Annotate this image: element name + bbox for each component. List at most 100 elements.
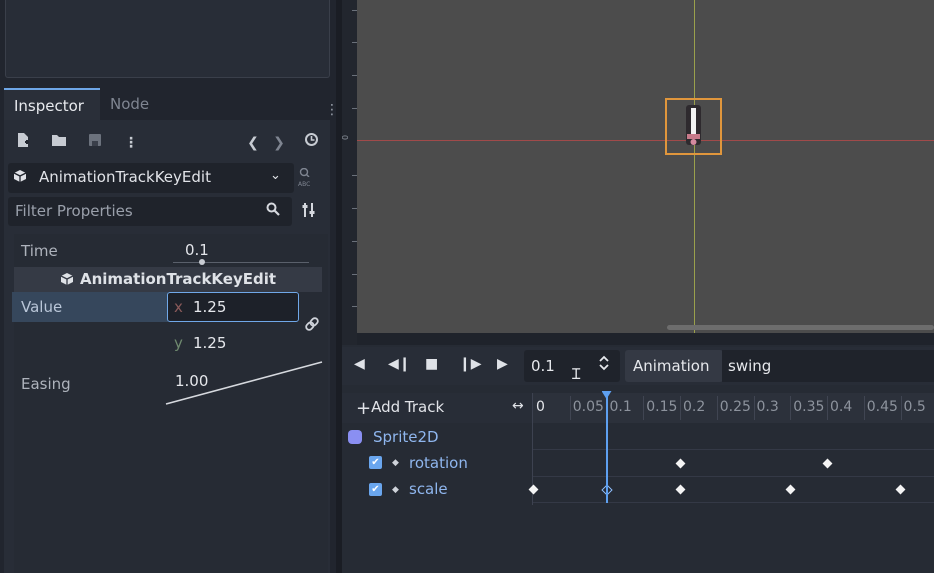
stop-icon[interactable]: ■ bbox=[425, 356, 438, 372]
vertical-ruler bbox=[342, 0, 357, 345]
ruler-tick bbox=[352, 108, 357, 109]
property-tools-icon[interactable] bbox=[302, 202, 316, 222]
history-icon[interactable] bbox=[300, 132, 322, 154]
easing-label: Easing bbox=[21, 375, 71, 393]
ruler-tick bbox=[352, 10, 357, 11]
cube-icon bbox=[60, 273, 74, 285]
documentation-label: ABC bbox=[298, 181, 311, 188]
time-slider-grabber[interactable] bbox=[199, 259, 205, 265]
add-track-button[interactable]: +Add Track bbox=[356, 398, 444, 419]
ruler-tick bbox=[352, 241, 357, 242]
rotation-track-name[interactable]: rotation bbox=[409, 454, 468, 472]
ruler-tick bbox=[352, 274, 357, 275]
value-x-field[interactable] bbox=[167, 292, 299, 322]
x-axis-line bbox=[357, 140, 934, 141]
value-y-input[interactable]: 1.25 bbox=[193, 334, 226, 352]
timeline-ruler-tick bbox=[827, 396, 828, 420]
ruler-tick bbox=[352, 75, 357, 76]
ruler-tick bbox=[352, 42, 357, 43]
sprite2d-node-icon bbox=[348, 430, 362, 444]
timeline-ruler-label: 0.5 bbox=[903, 399, 926, 415]
timeline-ruler-tick bbox=[790, 396, 792, 420]
play-icon[interactable]: ▶ bbox=[497, 356, 508, 372]
filter-properties-field[interactable]: Filter Properties bbox=[8, 197, 292, 226]
timeline-ruler-label: 0.1 bbox=[609, 399, 632, 415]
new-resource-icon[interactable] bbox=[12, 132, 34, 154]
timeline-ruler-tick bbox=[569, 396, 571, 420]
timeline-ruler-tick bbox=[643, 396, 645, 420]
value-y-field[interactable] bbox=[167, 327, 297, 357]
time-slider-track[interactable] bbox=[173, 262, 309, 263]
track-list bbox=[342, 424, 934, 573]
section-title: AnimationTrackKeyEdit bbox=[79, 270, 277, 288]
scale-track-name[interactable]: scale bbox=[409, 480, 448, 498]
time-label: Time bbox=[21, 242, 58, 260]
add-track-label: Add Track bbox=[371, 398, 445, 416]
timeline-ruler-tick bbox=[753, 396, 755, 420]
timeline-ruler-label: 0.35 bbox=[793, 399, 825, 415]
timeline-ruler-tick bbox=[900, 396, 902, 420]
documentation-icon[interactable]: ABC bbox=[298, 167, 311, 189]
chevron-down-icon[interactable]: ⌄ bbox=[270, 168, 281, 183]
ruler-tick bbox=[352, 208, 357, 209]
ruler-zero-label: 0 bbox=[341, 134, 351, 141]
filter-properties-input[interactable]: Filter Properties bbox=[15, 202, 133, 220]
play-backwards-from-end-icon[interactable]: ◀❙ bbox=[388, 356, 411, 372]
history-forward-icon[interactable]: ❯ bbox=[268, 132, 290, 154]
value-label: Value bbox=[21, 298, 63, 316]
history-back-icon[interactable]: ❮ bbox=[242, 132, 264, 154]
timeline-ruler-label: 0.4 bbox=[830, 399, 853, 415]
section-header[interactable]: AnimationTrackKeyEdit bbox=[14, 267, 322, 292]
time-value-field[interactable]: 0.1 bbox=[185, 241, 209, 259]
timeline-zoom-icon[interactable]: ↔ bbox=[512, 398, 524, 414]
play-from-start-icon[interactable]: ❙▶ bbox=[459, 356, 482, 372]
timeline-ruler-tick bbox=[863, 396, 865, 420]
cube-icon bbox=[13, 169, 27, 187]
row-divider bbox=[533, 476, 934, 477]
timeline-ruler-label: 0.3 bbox=[756, 399, 779, 415]
timeline-ruler-tick bbox=[680, 396, 681, 420]
text-cursor-icon: Ɪ bbox=[572, 365, 581, 383]
resource-selector[interactable]: AnimationTrackKeyEdit ⌄ bbox=[8, 163, 294, 193]
play-backwards-icon[interactable]: ◀ bbox=[354, 356, 365, 372]
search-icon bbox=[266, 202, 280, 220]
timeline-ruler-label: 0.45 bbox=[866, 399, 898, 415]
animation-name: swing bbox=[728, 357, 772, 375]
row-divider bbox=[533, 502, 934, 503]
timeline-ruler-label: 0.25 bbox=[719, 399, 751, 415]
save-icon[interactable] bbox=[84, 132, 106, 154]
x-axis-label: x bbox=[174, 298, 183, 316]
value-x-input[interactable]: 1.25 bbox=[193, 298, 226, 316]
spinner-arrows-icon[interactable] bbox=[598, 355, 610, 375]
plus-icon: + bbox=[356, 398, 372, 419]
scale-track-checkbox[interactable]: ✔ bbox=[369, 483, 382, 496]
inspector-toolbar: ⋮ ❮ ❯ bbox=[4, 128, 330, 158]
timeline-ruler-label: 0.05 bbox=[572, 399, 604, 415]
ruler-tick bbox=[352, 175, 357, 176]
scene-canvas[interactable] bbox=[357, 0, 934, 333]
animation-time-input[interactable]: 0.1 bbox=[531, 357, 555, 375]
y-axis-line bbox=[694, 0, 695, 333]
sprite2d-node-label[interactable]: Sprite2D bbox=[373, 428, 439, 446]
playhead-line[interactable] bbox=[605, 393, 608, 503]
y-axis-label: y bbox=[174, 334, 183, 352]
open-folder-icon[interactable] bbox=[48, 132, 70, 154]
track-type-icon: ◆ bbox=[392, 485, 399, 495]
scene-tree-panel bbox=[5, 0, 330, 78]
horizontal-scrollbar[interactable] bbox=[667, 325, 934, 330]
sprite-selection-box[interactable] bbox=[665, 98, 722, 155]
more-options-icon[interactable]: ⋮ bbox=[120, 132, 142, 154]
rotation-track-checkbox[interactable]: ✔ bbox=[369, 456, 382, 469]
tab-inspector[interactable]: Inspector bbox=[4, 88, 100, 122]
timeline-ruler-tick bbox=[716, 396, 718, 420]
timeline-ruler-label: 0.2 bbox=[683, 399, 706, 415]
sword-sprite bbox=[686, 105, 701, 145]
track-type-icon: ◆ bbox=[392, 458, 399, 468]
row-divider bbox=[533, 449, 934, 450]
resource-name: AnimationTrackKeyEdit bbox=[39, 168, 211, 186]
tab-node[interactable]: Node bbox=[100, 88, 159, 120]
timeline-ruler-label: 0.15 bbox=[646, 399, 678, 415]
timeline-ruler-label: 0 bbox=[536, 399, 545, 415]
ruler-tick bbox=[352, 306, 357, 307]
easing-curve-editor[interactable] bbox=[164, 360, 326, 408]
